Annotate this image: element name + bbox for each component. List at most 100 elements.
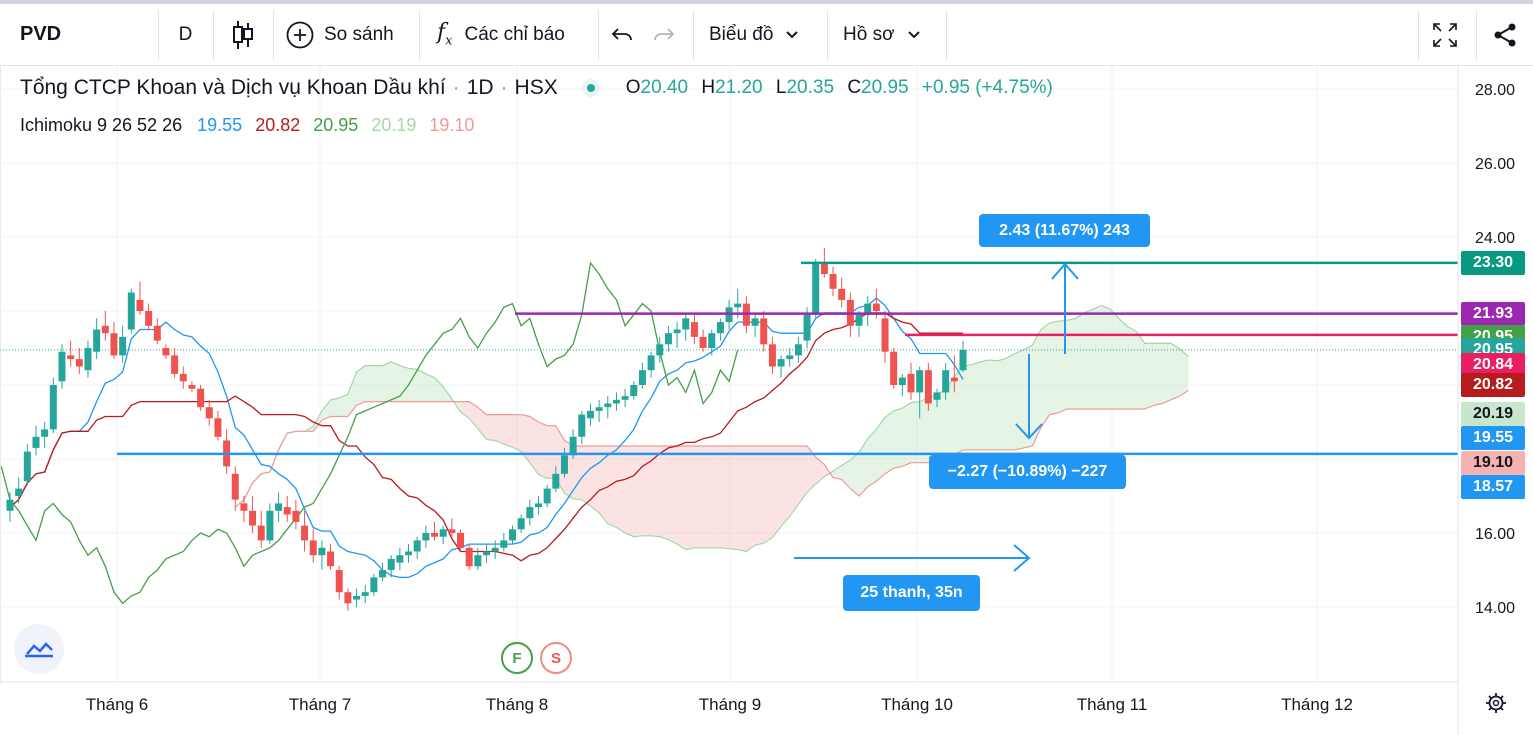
- cloud-logo-icon: [25, 642, 53, 658]
- candle-body: [647, 355, 655, 371]
- cloud-segment: [382, 361, 392, 402]
- candle-body: [508, 529, 516, 541]
- cloud-segment: [347, 372, 357, 417]
- candle-body: [491, 547, 499, 552]
- close-label: C: [847, 77, 862, 98]
- cloud-segment: [1015, 349, 1024, 450]
- price-axis-tag: 19.55: [1461, 425, 1525, 450]
- candle-body: [231, 473, 239, 500]
- chevron-down-icon: [786, 30, 799, 38]
- chart-canvas[interactable]: 28.00 26.00 24.00 16.00 14.00 Tháng 6 Tháng 7 T…: [0, 66, 1533, 735]
- cloud-segment: [781, 446, 790, 527]
- cloud-segment: [1170, 343, 1180, 400]
- candle-body: [318, 547, 326, 556]
- candle-body: [387, 558, 395, 570]
- cloud-segment: [1179, 348, 1189, 397]
- candle-body: [301, 525, 309, 541]
- measure-range-label: 25 thanh, 35n: [843, 575, 980, 611]
- cloud-segment: [607, 446, 617, 528]
- change-value: +0.95 (+4.75%): [921, 77, 1053, 98]
- cloud-segment: [399, 365, 409, 402]
- candle-body: [630, 385, 638, 397]
- market-status-icon[interactable]: [581, 79, 600, 97]
- candle-body: [327, 551, 335, 567]
- event-s-marker[interactable]: S: [540, 642, 572, 674]
- indicators-button[interactable]: fx Các chỉ báo: [437, 4, 592, 65]
- cloud-segment: [1101, 305, 1111, 409]
- cloud-segment: [616, 446, 626, 533]
- fullscreen-button[interactable]: [1432, 4, 1462, 65]
- candle-body: [171, 355, 179, 374]
- candle-body: [422, 533, 430, 541]
- candle-body: [898, 377, 906, 385]
- redo-button[interactable]: [652, 4, 682, 65]
- indicator-legend[interactable]: Ichimoku 9 26 52 26 19.55 20.82 20.95 20…: [20, 115, 474, 136]
- plus-circle-icon: [286, 21, 314, 48]
- candle-body: [708, 333, 716, 348]
- candle-body: [240, 503, 248, 511]
- candle-body: [907, 373, 915, 393]
- candle-body: [777, 359, 785, 367]
- price-axis-tag: 23.30: [1461, 250, 1525, 275]
- tradingview-logo-button[interactable]: [14, 624, 64, 674]
- candle-body: [552, 473, 560, 489]
- cloud-segment: [1006, 353, 1015, 450]
- cloud-segment: [703, 446, 712, 548]
- cloud-segment: [486, 414, 496, 441]
- share-button[interactable]: [1492, 4, 1522, 65]
- instrument-name: Tổng CTCP Khoan và Dịch vụ Khoan Dầu khí: [20, 76, 446, 99]
- measure-up-label: 2.43 (11.67%) 243: [979, 214, 1150, 247]
- candle-body: [84, 348, 92, 371]
- event-f-marker[interactable]: F: [501, 642, 533, 674]
- candle-body: [604, 403, 612, 408]
- candle-body: [959, 349, 967, 371]
- candle-body: [75, 359, 83, 367]
- price-tick-label: 28.00: [1475, 82, 1515, 99]
- fullscreen-icon: [1433, 22, 1457, 47]
- candle-body: [664, 333, 672, 345]
- cloud-segment: [980, 360, 989, 450]
- span-a-value: 20.19: [371, 115, 417, 135]
- candle-body: [136, 299, 144, 311]
- cloud-segment: [989, 360, 998, 450]
- compare-button[interactable]: So sánh: [286, 4, 410, 65]
- cloud-segment: [755, 446, 764, 545]
- candle-body: [283, 507, 291, 515]
- settings-button[interactable]: [1484, 691, 1508, 720]
- chart-style-button[interactable]: [213, 4, 273, 65]
- candle-body: [101, 325, 109, 334]
- candle-body: [950, 377, 958, 382]
- candle-body: [49, 385, 57, 430]
- cloud-segment: [1093, 305, 1102, 409]
- price-tick-label: 24.00: [1475, 230, 1515, 247]
- candle-body: [621, 396, 629, 400]
- candle-body: [855, 314, 863, 326]
- candle-body: [569, 436, 577, 456]
- kijun-value: 20.82: [255, 115, 301, 135]
- cloud-segment: [373, 365, 383, 402]
- cloud-segment: [391, 361, 400, 402]
- candle-body: [760, 318, 768, 345]
- time-tick-label: Tháng 6: [86, 695, 148, 714]
- candle-body: [578, 414, 586, 437]
- chart-menu-button[interactable]: Biểu đồ: [709, 4, 819, 65]
- undo-icon: [611, 27, 632, 40]
- candle-body: [275, 503, 283, 511]
- toolbar-divider: [693, 10, 694, 60]
- candle-body: [145, 311, 153, 326]
- candle-body: [179, 373, 187, 382]
- candle-body: [205, 407, 213, 419]
- candle-body: [517, 518, 525, 530]
- candle-body: [751, 318, 759, 326]
- profile-button[interactable]: Hồ sơ: [843, 4, 938, 65]
- cloud-segment: [1144, 343, 1154, 409]
- undo-button[interactable]: [610, 4, 640, 65]
- cloud-segment: [1067, 318, 1076, 409]
- candle-body: [820, 262, 828, 274]
- price-tick-label: 16.00: [1475, 526, 1515, 543]
- candle-body: [153, 325, 161, 341]
- candle-body: [396, 555, 404, 563]
- interval-button[interactable]: D: [158, 4, 213, 65]
- candle-body: [543, 488, 551, 504]
- symbol-search-button[interactable]: PVD: [20, 4, 150, 65]
